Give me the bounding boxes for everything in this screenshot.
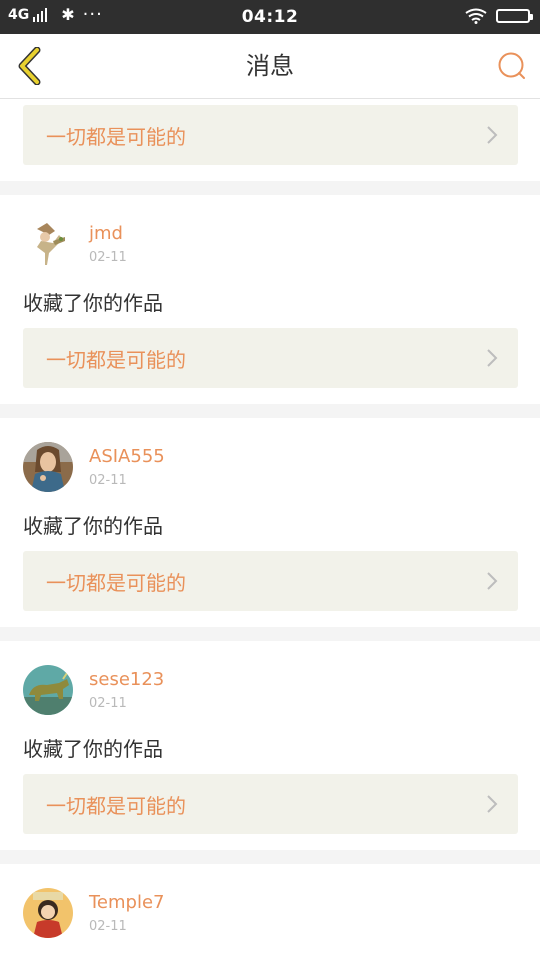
work-title: 一切都是可能的 (46, 125, 186, 149)
divider (0, 404, 540, 418)
action-text: 收藏了你的作品 (23, 737, 163, 761)
list-item: Temple7 02-11 (0, 864, 540, 960)
bull-statue-avatar-icon[interactable] (23, 665, 73, 715)
chevron-right-icon (487, 349, 498, 367)
page-title: 消息 (246, 52, 294, 80)
list-item: sese123 02-11 收藏了你的作品 一切都是可能的 (0, 641, 540, 850)
timestamp: 02-11 (89, 473, 127, 488)
search-button[interactable] (494, 48, 530, 84)
chevron-right-icon (487, 795, 498, 813)
cartoon-avatar-icon[interactable] (23, 888, 73, 938)
timestamp: 02-11 (89, 696, 127, 711)
work-title: 一切都是可能的 (46, 571, 186, 595)
status-right (464, 8, 533, 24)
divider (0, 627, 540, 641)
timestamp: 02-11 (89, 250, 127, 265)
divider (0, 181, 540, 195)
action-text: 收藏了你的作品 (23, 514, 163, 538)
username[interactable]: jmd (89, 223, 123, 244)
list-item: ASIA555 02-11 收藏了你的作品 一切都是可能的 (0, 418, 540, 627)
chevron-right-icon (487, 126, 498, 144)
list-item: 一切都是可能的 (0, 99, 540, 181)
battery-icon (496, 9, 533, 23)
work-link[interactable]: 一切都是可能的 (23, 551, 518, 611)
chevron-right-icon (487, 572, 498, 590)
timestamp: 02-11 (89, 919, 127, 934)
app-bar: 消息 (0, 34, 540, 99)
work-title: 一切都是可能的 (46, 794, 186, 818)
status-time: 04:12 (241, 7, 299, 27)
divider (0, 850, 540, 864)
message-list: 一切都是可能的 jmd 02-11 收藏了你的作品 一切都是可能的 ASIA55… (0, 99, 540, 960)
username[interactable]: ASIA555 (89, 446, 165, 467)
list-item: jmd 02-11 收藏了你的作品 一切都是可能的 (0, 195, 540, 404)
wifi-icon (465, 8, 487, 24)
portrait-avatar-icon[interactable] (23, 442, 73, 492)
search-icon (498, 52, 525, 79)
username[interactable]: Temple7 (89, 892, 165, 913)
doll-avatar-icon[interactable] (23, 219, 73, 269)
username[interactable]: sese123 (89, 669, 164, 690)
action-text: 收藏了你的作品 (23, 291, 163, 315)
work-link[interactable]: 一切都是可能的 (23, 328, 518, 388)
work-link[interactable]: 一切都是可能的 (23, 105, 518, 165)
work-link[interactable]: 一切都是可能的 (23, 774, 518, 834)
work-title: 一切都是可能的 (46, 348, 186, 372)
status-bar: 4G ✱ ··· 04:12 (0, 0, 540, 34)
